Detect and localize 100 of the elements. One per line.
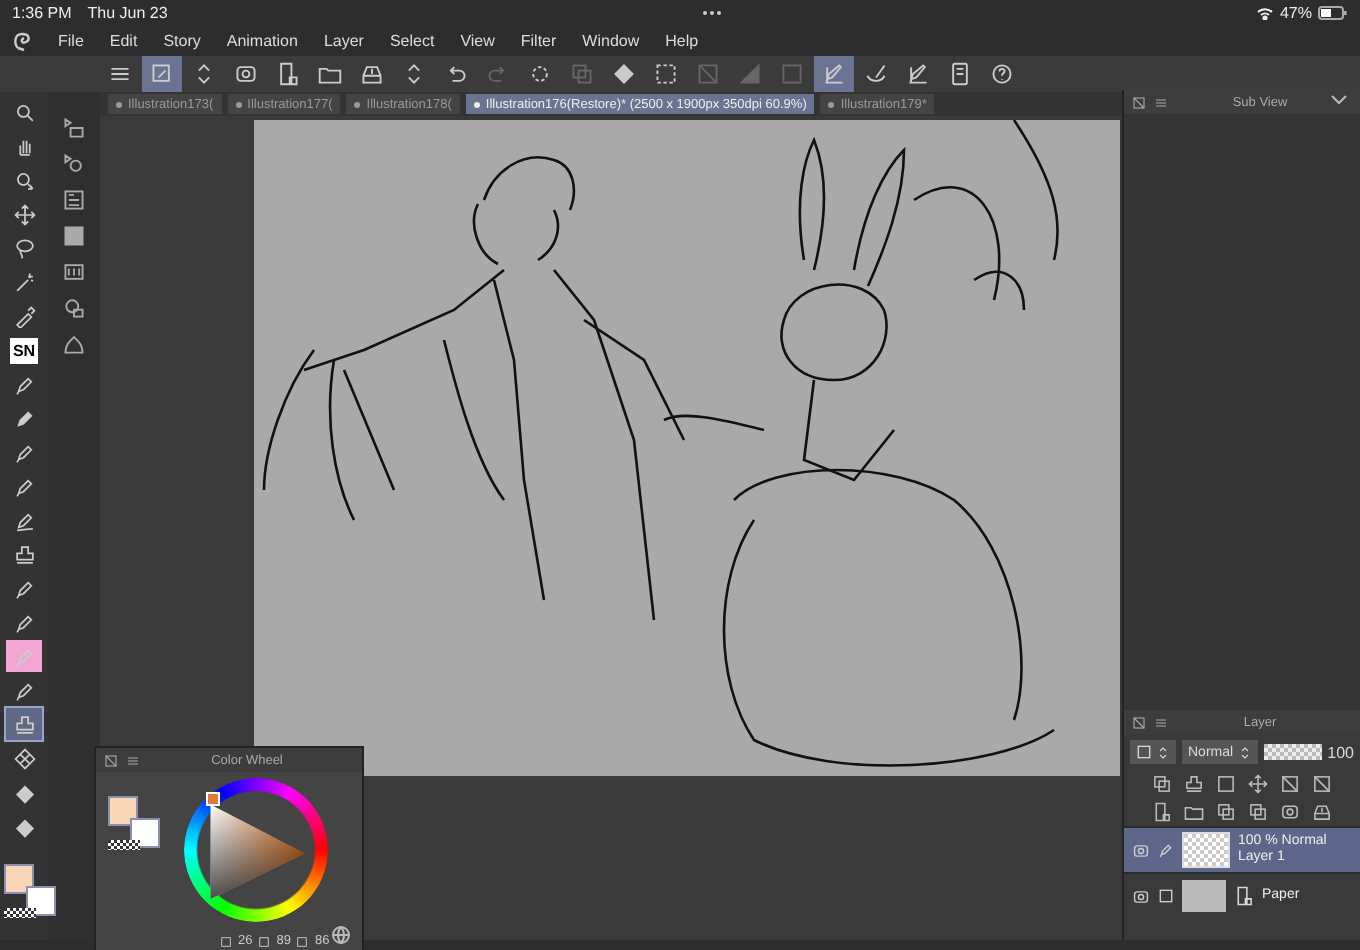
battery-icon (1318, 6, 1348, 20)
stamp-icon (1184, 774, 1204, 794)
opacity-slider[interactable] (1263, 744, 1322, 760)
cross-icon (1312, 774, 1332, 794)
menu-item[interactable]: Window (582, 32, 640, 50)
pen-icon (13, 679, 35, 701)
status-date: Thu Jun 23 (87, 4, 168, 22)
transparent-color-swatch[interactable] (4, 908, 36, 918)
eye-icon (1131, 887, 1149, 905)
dot-icon (354, 101, 361, 107)
menu-item[interactable]: Help (665, 32, 699, 50)
wand-icon (13, 271, 35, 293)
gradient-icon (738, 62, 762, 86)
menu-item[interactable]: View (460, 32, 495, 50)
curve-icon (13, 509, 35, 531)
menu-item[interactable]: Animation (226, 32, 298, 50)
transparent-color-swatch[interactable] (108, 840, 140, 850)
tool-button[interactable]: SN (6, 334, 42, 366)
menu-icon (108, 62, 132, 86)
main-color-swatch[interactable] (4, 864, 34, 894)
help-icon (990, 62, 1014, 86)
eye-icon (234, 62, 258, 86)
copy-icon (570, 62, 594, 86)
chevron-down-icon[interactable] (1330, 94, 1348, 106)
eyedropper-icon (13, 305, 35, 327)
square-icon (1158, 888, 1174, 904)
menu-item[interactable]: Edit (109, 32, 138, 50)
sub-tool-icon (62, 296, 86, 320)
sub-tool-icon (62, 116, 86, 140)
globe-icon[interactable] (332, 926, 350, 944)
sub-tool-icon (62, 188, 86, 212)
pen-icon (1158, 842, 1174, 858)
square-icon (1216, 774, 1236, 794)
folder-icon (318, 62, 342, 86)
rotate-icon (13, 169, 35, 191)
pen-icon (13, 645, 35, 667)
square-icon (1136, 744, 1152, 760)
brush-icon (864, 62, 888, 86)
layer-color-dropdown[interactable] (1130, 740, 1176, 764)
menu-item[interactable]: Layer (323, 32, 364, 50)
dot-icon (235, 101, 242, 107)
cross-icon (696, 62, 720, 86)
hand-icon (13, 135, 35, 157)
dot-icon (116, 101, 122, 107)
status-time: 1:36 PM (12, 4, 72, 22)
move-icon (1248, 774, 1268, 794)
sub-tool-icon (62, 152, 86, 176)
page-icon (1152, 802, 1172, 822)
pen-icon (13, 373, 35, 395)
menu-item[interactable]: Story (163, 32, 201, 50)
spinner-icon (528, 62, 552, 86)
square-icon (780, 62, 804, 86)
lasso-icon (13, 237, 35, 259)
hue-icon (220, 935, 232, 947)
menu-item[interactable]: Filter (520, 32, 557, 50)
pen-icon (13, 577, 35, 599)
layer-thumbnail (1182, 832, 1230, 868)
page-icon (276, 62, 300, 86)
pen-icon (13, 441, 35, 463)
wifi-icon (1255, 6, 1274, 20)
tray-icon (1312, 802, 1332, 822)
redo-icon (486, 62, 510, 86)
main-color-swatch[interactable] (108, 796, 138, 826)
copy-icon (1152, 774, 1172, 794)
battery-percent: 47% (1279, 4, 1312, 22)
sub-color-swatch[interactable] (130, 818, 160, 848)
chevron-icon (1156, 745, 1170, 759)
undo-icon (444, 62, 468, 86)
more-dots-icon[interactable] (701, 10, 722, 16)
value-icon (296, 935, 309, 947)
chevron-icon (1237, 745, 1252, 759)
folder-icon (1184, 802, 1204, 822)
cross-icon (1280, 774, 1300, 794)
eye-icon (1131, 841, 1149, 859)
app-logo-icon[interactable] (12, 30, 32, 52)
visibility-toggle[interactable] (1130, 840, 1150, 860)
hue-marker[interactable] (206, 792, 220, 806)
sub-tool-icon (62, 224, 86, 248)
sub-tool-icon (62, 332, 86, 356)
stamp-icon (13, 713, 35, 735)
tool-button[interactable] (6, 708, 42, 740)
dashed-icon (654, 62, 678, 86)
stamp-icon (13, 543, 35, 565)
darkpen-icon (13, 407, 35, 429)
layer-thumbnail (1182, 880, 1226, 912)
magnifier-icon (13, 101, 35, 123)
sub-tool-icon (62, 260, 86, 284)
tablet-icon (948, 62, 972, 86)
dot-icon (473, 101, 480, 107)
menu-item[interactable]: File (58, 32, 84, 50)
penline-icon (906, 62, 930, 86)
move-icon (13, 203, 35, 225)
page-icon (1234, 886, 1254, 906)
dot-icon (828, 101, 835, 107)
menu-item[interactable]: Select (389, 32, 435, 50)
visibility-toggle[interactable] (1130, 886, 1150, 906)
sub-color-swatch[interactable] (26, 886, 56, 916)
pattern-icon (13, 747, 35, 769)
tray-icon (360, 62, 384, 86)
saturation-icon (258, 935, 271, 947)
